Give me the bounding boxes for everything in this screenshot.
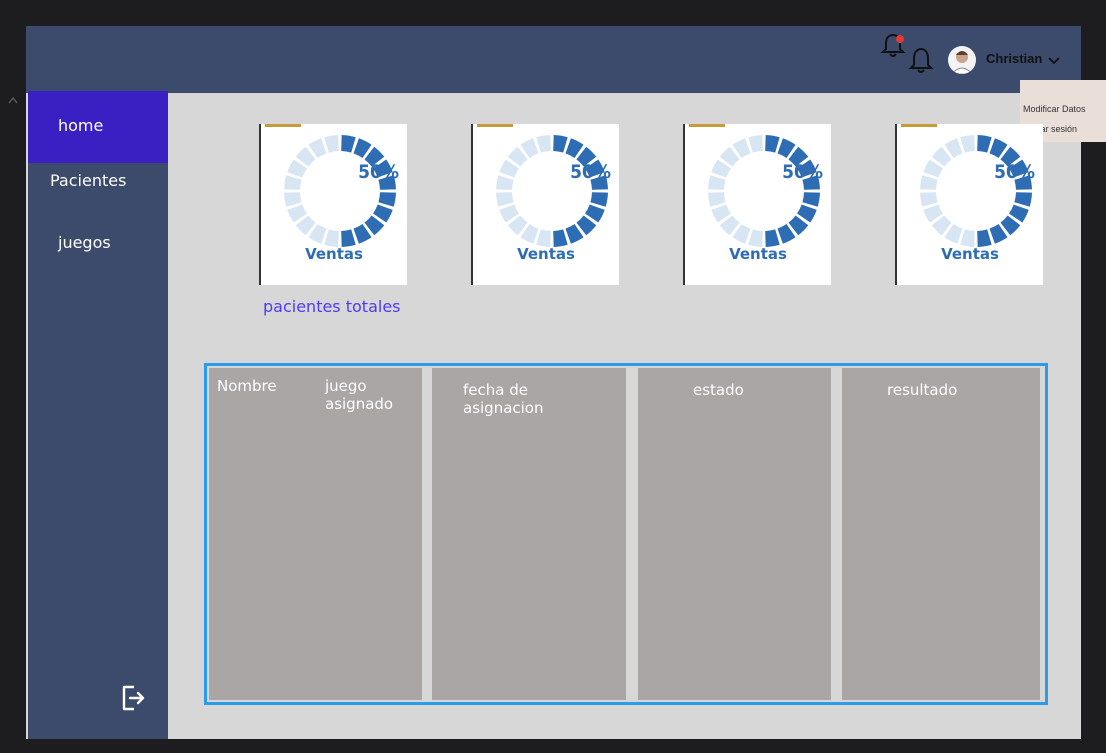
sidebar-item-label: juegos	[58, 233, 111, 252]
bell-icon[interactable]	[908, 46, 934, 76]
column-header-resultado[interactable]: resultado	[887, 381, 957, 399]
card-accent	[901, 124, 937, 127]
table-column-nombre-juego	[209, 368, 422, 700]
column-header-nombre[interactable]: Nombre	[217, 377, 277, 395]
column-header-fecha-de-asignacion[interactable]: fecha de asignacion	[463, 381, 583, 417]
donut-segment-filled	[378, 192, 396, 207]
user-name[interactable]: Christian	[986, 51, 1042, 66]
cards-caption: pacientes totales	[263, 297, 401, 316]
notification-bell-icon[interactable]	[880, 32, 906, 60]
card-accent	[265, 124, 301, 127]
stat-card[interactable]: 50% Ventas	[471, 124, 619, 285]
donut-segment-filled	[802, 192, 820, 207]
sidebar-item-pacientes[interactable]: Pacientes	[28, 171, 168, 201]
logout-icon[interactable]	[120, 683, 146, 713]
sidebar-item-home[interactable]: home	[28, 91, 168, 163]
donut-segment-empty	[960, 135, 975, 153]
donut-chart	[496, 135, 608, 247]
donut-segment-empty	[324, 135, 339, 153]
stat-card[interactable]: 50% Ventas	[895, 124, 1043, 285]
column-header-estado[interactable]: estado	[693, 381, 744, 399]
donut-segment-filled	[977, 135, 992, 153]
card-percent: 50%	[570, 161, 611, 183]
stat-card[interactable]: 50% Ventas	[259, 124, 407, 285]
donut-segment-empty	[708, 192, 726, 207]
donut-segment-empty	[496, 192, 514, 207]
table-column-estado	[638, 368, 831, 700]
card-label: Ventas	[729, 245, 787, 263]
sidebar: home Pacientes juegos	[28, 91, 168, 739]
card-percent: 50%	[994, 161, 1035, 183]
stat-card[interactable]: 50% Ventas	[683, 124, 831, 285]
donut-segment-filled	[765, 135, 780, 153]
avatar[interactable]	[948, 46, 976, 74]
notification-dot	[896, 35, 904, 43]
card-accent	[477, 124, 513, 127]
card-label: Ventas	[305, 245, 363, 263]
collapse-caret-icon[interactable]	[8, 96, 18, 104]
card-label: Ventas	[517, 245, 575, 263]
donut-chart	[920, 135, 1032, 247]
donut-segment-empty	[920, 192, 938, 207]
patients-table: Nombre juego asignado fecha de asignacio…	[204, 363, 1048, 705]
card-accent	[689, 124, 725, 127]
donut-segment-empty	[748, 135, 763, 153]
column-header-juego-asignado[interactable]: juego asignado	[325, 377, 405, 413]
table-column-fecha	[432, 368, 626, 700]
donut-segment-filled	[590, 192, 608, 207]
donut-chart	[708, 135, 820, 247]
donut-segment-filled	[341, 135, 356, 153]
sidebar-item-label: home	[58, 116, 104, 135]
donut-segment-empty	[536, 135, 551, 153]
menu-item-modificar-datos[interactable]: Modificar Datos	[1023, 104, 1086, 114]
donut-segment-filled	[1014, 192, 1032, 207]
sidebar-item-label: Pacientes	[50, 171, 127, 190]
sidebar-item-juegos[interactable]: juegos	[28, 233, 168, 263]
card-percent: 50%	[782, 161, 823, 183]
card-label: Ventas	[941, 245, 999, 263]
card-percent: 50%	[358, 161, 399, 183]
donut-segment-filled	[553, 135, 568, 153]
table-column-resultado	[842, 368, 1040, 700]
avatar-icon	[951, 51, 973, 74]
chevron-down-icon[interactable]	[1048, 57, 1060, 65]
donut-segment-empty	[284, 192, 302, 207]
donut-chart	[284, 135, 396, 247]
